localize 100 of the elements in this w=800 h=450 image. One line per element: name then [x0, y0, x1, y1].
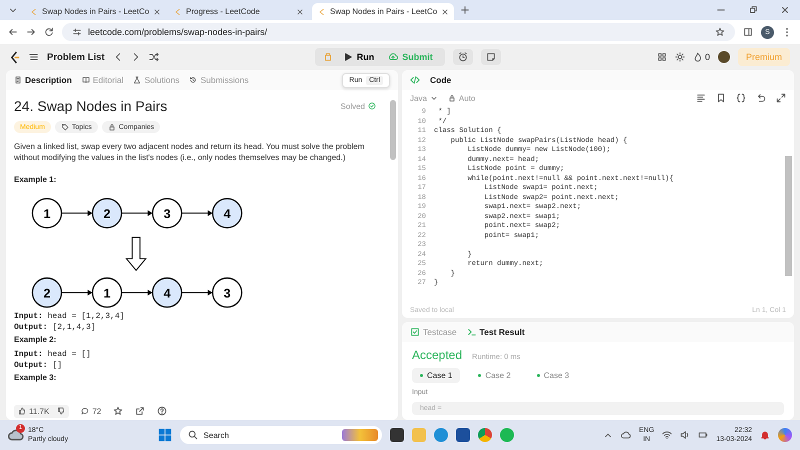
close-window-icon[interactable] — [780, 5, 790, 15]
side-panel-icon[interactable] — [743, 27, 753, 37]
browser-tab[interactable]: Swap Nodes in Pairs - LeetCo — [312, 3, 454, 20]
volume-icon[interactable] — [680, 430, 690, 440]
list-node: 1 — [32, 198, 62, 228]
share-icon[interactable] — [135, 406, 146, 416]
notes-button[interactable] — [480, 49, 501, 65]
comments-button[interactable]: 72 — [81, 406, 102, 416]
problem-title: 24. Swap Nodes in Pairs — [14, 98, 168, 114]
forward-icon[interactable] — [26, 27, 36, 37]
code-icon — [410, 75, 420, 85]
note-icon — [486, 52, 496, 62]
user-avatar[interactable] — [718, 51, 730, 63]
restore-icon[interactable] — [748, 5, 758, 15]
search-placeholder: Search — [204, 430, 229, 440]
pointer-arrow — [181, 210, 213, 216]
pointer-arrow — [181, 290, 213, 296]
reload-icon[interactable] — [44, 27, 54, 37]
down-arrow-icon — [125, 236, 147, 272]
lock-icon — [108, 123, 116, 131]
start-icon[interactable] — [158, 428, 172, 442]
alarm-clock-icon — [458, 52, 468, 62]
settings-icon[interactable] — [674, 52, 685, 62]
list-node: 1 — [92, 277, 122, 308]
tab-title: Swap Nodes in Pairs - LeetCo — [42, 7, 150, 16]
cloud-upload-icon — [388, 52, 398, 62]
thumbs-up-icon — [18, 407, 26, 415]
close-tab-icon[interactable] — [153, 8, 162, 16]
streak-counter[interactable]: 0 — [692, 52, 710, 62]
list-node: 4 — [152, 277, 182, 308]
example-io-line: Output: [2,1,4,3] — [14, 322, 97, 333]
help-icon[interactable] — [157, 406, 168, 416]
play-icon — [342, 52, 353, 62]
list-node: 4 — [212, 198, 242, 228]
shuffle-icon[interactable] — [148, 52, 159, 62]
solved-status: Solved — [340, 102, 365, 110]
battery-icon[interactable] — [698, 430, 708, 440]
panel-title: Code — [430, 75, 452, 85]
list-node: 3 — [152, 198, 182, 228]
bookmark-star-icon[interactable] — [715, 27, 725, 37]
cloud-sync-icon[interactable] — [621, 430, 632, 440]
braces-icon[interactable] — [736, 93, 746, 103]
wifi-icon[interactable] — [662, 430, 672, 440]
close-tab-icon[interactable] — [296, 8, 304, 16]
list-node: 3 — [212, 277, 242, 308]
example-heading: Example 3: — [14, 373, 58, 383]
pointer-arrow — [61, 290, 92, 296]
search-icon — [188, 430, 198, 440]
weather-icon[interactable] — [8, 427, 24, 443]
format-icon[interactable] — [696, 93, 706, 103]
thumbs-down-icon[interactable] — [57, 407, 66, 415]
expand-icon[interactable] — [776, 93, 786, 103]
pointer-arrow — [121, 210, 153, 216]
example-io-line: Output: [] — [14, 360, 64, 371]
flowers-picture — [342, 429, 378, 441]
verdict-text: Accepted — [412, 348, 462, 362]
close-tab-icon[interactable] — [441, 8, 450, 16]
list-node: 2 — [92, 198, 122, 228]
star-icon[interactable] — [113, 406, 124, 416]
case-tab[interactable]: Case 1 — [412, 368, 460, 383]
pointer-arrow — [61, 210, 92, 216]
notification-bell-icon[interactable] — [760, 430, 770, 440]
caret-icon — [430, 94, 438, 102]
tab-title: Swap Nodes in Pairs - LeetCo — [330, 7, 438, 16]
taskbar-search-field[interactable]: Search — [180, 426, 382, 444]
example-io-line: Input: head = [] — [14, 349, 92, 360]
example-heading: Example 1: — [14, 175, 58, 185]
example-io-line: Input: head = [1,2,3,4] — [14, 311, 126, 322]
address-bar[interactable]: leetcode.com/problems/swap-nodes-in-pairs/ — [62, 23, 735, 41]
panel-tab[interactable]: Test Result — [466, 327, 525, 337]
scrollbar-thumb[interactable] — [390, 100, 396, 160]
tag-icon — [60, 123, 69, 131]
problem-list-link[interactable]: Problem List — [47, 52, 105, 62]
scrollbar-thumb[interactable] — [785, 156, 792, 276]
example-heading: Example 2: — [14, 335, 58, 345]
terminal-icon — [466, 327, 477, 337]
list-node: 2 — [32, 277, 62, 308]
site-settings-icon[interactable] — [72, 27, 82, 37]
lock-icon — [448, 94, 456, 102]
list-icon — [29, 52, 39, 62]
browser-tab[interactable]: Progress - LeetCode — [168, 3, 310, 20]
history-icon — [189, 76, 198, 84]
problem-description: Given a linked list, swap every two adjacent nodes and return its head. You must solve the problem without modifying the values in the list's nodes (i.e., only nodes themselves may be changed.) — [14, 141, 366, 163]
case-tab[interactable]: Case 2 — [470, 368, 519, 383]
reset-icon[interactable] — [756, 93, 766, 103]
document-icon — [14, 76, 22, 84]
bookmark-icon[interactable] — [716, 93, 726, 103]
back-icon[interactable] — [8, 27, 18, 37]
layout-icon[interactable] — [656, 52, 667, 62]
case-tab[interactable]: Case 3 — [528, 368, 578, 383]
book-icon — [82, 76, 90, 84]
browser-tab[interactable]: Swap Nodes in Pairs - LeetCo — [24, 3, 166, 20]
checkbox-icon — [410, 327, 420, 337]
run-button[interactable]: Run — [338, 50, 378, 64]
speech-bubble-icon — [81, 407, 90, 415]
panel-tab[interactable]: Description — [14, 75, 72, 85]
timer-button[interactable] — [452, 49, 473, 65]
pointer-arrow — [121, 290, 153, 296]
flask-icon — [133, 76, 142, 84]
new-tab-icon[interactable] — [460, 5, 470, 15]
